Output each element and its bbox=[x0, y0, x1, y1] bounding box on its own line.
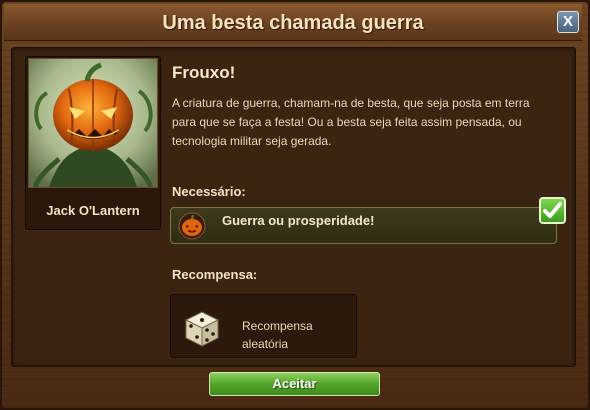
pumpkin-icon bbox=[178, 212, 206, 240]
title-bar: Uma besta chamada guerra bbox=[4, 4, 582, 41]
reward-heading: Recompensa: bbox=[172, 267, 258, 282]
character-portrait bbox=[28, 58, 158, 188]
character-name: Jack O'Lantern bbox=[46, 203, 140, 218]
quest-title: Frouxo! bbox=[172, 63, 236, 82]
accept-button[interactable]: Aceitar bbox=[209, 372, 380, 396]
checkmark-icon bbox=[539, 197, 566, 224]
dice-icon bbox=[180, 306, 222, 348]
dialog-title: Uma besta chamada guerra bbox=[162, 12, 424, 34]
requirement-label: Guerra ou prosperidade! bbox=[222, 213, 375, 228]
reward-label: Recompensa aleatória bbox=[242, 319, 313, 351]
requirements-heading: Necessário: bbox=[172, 184, 246, 199]
pumpkin-monster-icon bbox=[29, 59, 157, 187]
quest-description: A criatura de guerra, chamam-na de besta… bbox=[172, 96, 530, 148]
close-button[interactable]: X bbox=[557, 11, 579, 33]
